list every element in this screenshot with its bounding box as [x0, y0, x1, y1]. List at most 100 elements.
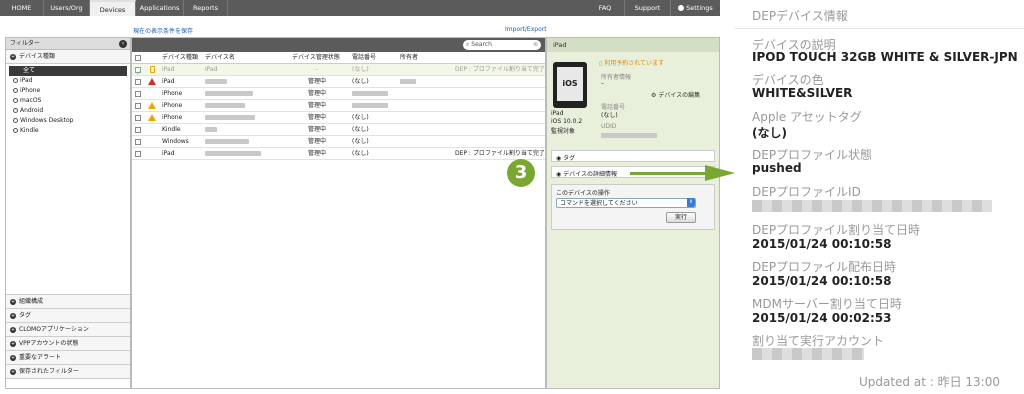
table-row[interactable]: Kindle 管理中 (なし) — [132, 124, 545, 136]
top-nav-bar: HOME Users/Org Devices Applications Repo… — [0, 0, 720, 16]
account-redacted — [752, 348, 864, 360]
dropdown-arrow-icon: ⇕ — [687, 198, 695, 207]
col-status[interactable]: デバイス管理状態 — [292, 52, 340, 64]
table-row[interactable]: iPhone 管理中 — [132, 88, 545, 100]
tab-reports[interactable]: Reports — [184, 0, 228, 16]
cell-dep-status: DEP : プロファイル割り当て完了 — [455, 150, 545, 157]
cell-status: 管理中 — [308, 78, 327, 85]
cell-type: iPhone — [162, 102, 183, 109]
table-row[interactable]: iPhone 管理中 (なし) — [132, 112, 545, 124]
expand-icon: ◉ — [556, 155, 562, 162]
radio-icon — [13, 98, 18, 103]
cell-type: iPad — [162, 150, 175, 157]
collapse-panel-icon[interactable]: ‹ — [119, 40, 127, 48]
tag-section-label: タグ — [563, 155, 576, 162]
row-checkbox[interactable] — [135, 91, 141, 97]
clear-search-icon[interactable]: ⊗ — [533, 40, 538, 50]
divider — [735, 28, 1024, 29]
filter-item-iphone[interactable]: iPhone — [6, 86, 130, 96]
tab-home[interactable]: HOME — [0, 0, 44, 16]
cell-phone: (なし) — [352, 66, 369, 73]
cell-status: 管理中 — [308, 114, 327, 121]
run-command-button[interactable]: 実行 — [666, 212, 696, 223]
udid-value-redacted — [601, 131, 657, 139]
search-placeholder: Search — [471, 41, 492, 48]
import-export-link[interactable]: Import/Export — [505, 26, 547, 33]
row-checkbox[interactable] — [135, 79, 141, 85]
phone-value: (なし) — [601, 112, 618, 119]
cell-status: 管理中 — [308, 150, 327, 157]
table-row[interactable]: iPhone 管理中 — [132, 100, 545, 112]
table-row[interactable]: ✓ iPad iPad – (なし) DEP : プロファイル割り当て完了 — [132, 64, 545, 77]
callout-arrow-line — [630, 172, 708, 175]
cell-name-redacted — [205, 112, 255, 124]
tab-devices[interactable]: Devices — [90, 0, 136, 16]
field-label: DEPプロファイルID — [752, 185, 861, 199]
save-filter-link[interactable]: 現在の表示条件を保存 — [133, 26, 193, 35]
search-input[interactable]: ⌕ Search ⊗ — [463, 40, 541, 50]
updated-at: Updated at : 昨日 13:00 — [858, 375, 1000, 389]
field-value: WHITE&SILVER — [752, 86, 853, 100]
cell-owner-redacted — [400, 76, 416, 88]
operations-title: このデバイスの操作 — [556, 190, 610, 197]
callout-arrow-head-icon — [705, 165, 735, 181]
filter-item-all[interactable]: 全て — [9, 66, 127, 76]
device-type-section[interactable]: + デバイス種類 — [6, 50, 130, 64]
cell-dep-status: DEP : プロファイル割り当て完了 — [455, 66, 545, 73]
section-saved-filters[interactable]: + 保存されたフィルター — [6, 365, 130, 379]
select-all-checkbox[interactable] — [135, 55, 141, 61]
table-row[interactable]: Windows 管理中 (なし) — [132, 136, 545, 148]
col-device-name[interactable]: デバイス名 — [205, 52, 235, 64]
table-row[interactable]: iPad 管理中 (なし) DEP : プロファイル割り当て完了 — [132, 148, 545, 160]
row-checkbox[interactable] — [135, 127, 141, 133]
tab-users-org[interactable]: Users/Org — [44, 0, 90, 16]
cell-phone: (なし) — [352, 114, 369, 121]
filter-item-macos[interactable]: macOS — [6, 96, 130, 106]
dep-info-title: DEPデバイス情報 — [752, 9, 848, 23]
settings-link[interactable]: Settings — [670, 0, 720, 16]
col-owner[interactable]: 所有者 — [400, 52, 418, 64]
filter-item-label: macOS — [20, 97, 42, 104]
tab-applications[interactable]: Applications — [136, 0, 184, 16]
row-checkbox[interactable] — [135, 151, 141, 157]
filter-item-ipad[interactable]: iPad — [6, 76, 130, 86]
section-label: VPPアカウントの状態 — [19, 340, 79, 347]
row-checkbox[interactable] — [135, 103, 141, 109]
expand-icon: + — [10, 326, 16, 333]
section-org[interactable]: + 組織構成 — [6, 295, 130, 309]
row-checkbox[interactable] — [135, 115, 141, 121]
section-alerts[interactable]: + 重要なアラート — [6, 351, 130, 365]
section-vpp[interactable]: + VPPアカウントの状態 — [6, 337, 130, 351]
section-clomo-apps[interactable]: + CLOMOアプリケーション — [6, 323, 130, 337]
filter-item-kindle[interactable]: Kindle — [6, 126, 130, 136]
radio-icon — [13, 118, 18, 123]
settings-label: Settings — [686, 4, 713, 12]
faq-link[interactable]: FAQ — [586, 0, 624, 16]
edit-device-link[interactable]: ⚙ デバイスの編集 — [651, 90, 700, 99]
row-checkbox[interactable] — [135, 139, 141, 145]
profile-id-redacted — [752, 200, 992, 212]
section-tag[interactable]: + タグ — [6, 309, 130, 323]
tag-section[interactable]: ◉ タグ — [551, 150, 715, 162]
filter-item-windows-desktop[interactable]: Windows Desktop — [6, 116, 130, 126]
device-list-panel: ⌕ Search ⊗ デバイス種類 デバイス名 デバイス管理状態 電話番号 所有… — [131, 37, 546, 389]
col-device-type[interactable]: デバイス種類 — [162, 52, 198, 64]
col-phone[interactable]: 電話番号 — [352, 52, 376, 64]
cell-phone: (なし) — [352, 138, 369, 145]
cell-name-redacted — [205, 136, 249, 148]
expand-icon: ◉ — [556, 171, 562, 178]
cell-name-redacted — [205, 148, 261, 160]
support-link[interactable]: Support — [624, 0, 670, 16]
supervised-label: 監視対象 — [551, 128, 576, 135]
filter-item-android[interactable]: Android — [6, 106, 130, 116]
table-row[interactable]: iPad 管理中 (なし) — [132, 76, 545, 88]
command-select[interactable]: コマンドを選択してください ⇕ — [556, 198, 696, 208]
cell-phone: (なし) — [352, 126, 369, 133]
row-checkbox[interactable]: ✓ — [135, 67, 141, 77]
cell-status: 管理中 — [308, 102, 327, 109]
cell-type: iPad — [162, 66, 175, 73]
cell-name-redacted — [205, 100, 245, 112]
field-label: 割り当て実行アカウント — [752, 334, 885, 348]
cell-status: – — [315, 66, 318, 73]
radio-icon — [13, 128, 18, 133]
